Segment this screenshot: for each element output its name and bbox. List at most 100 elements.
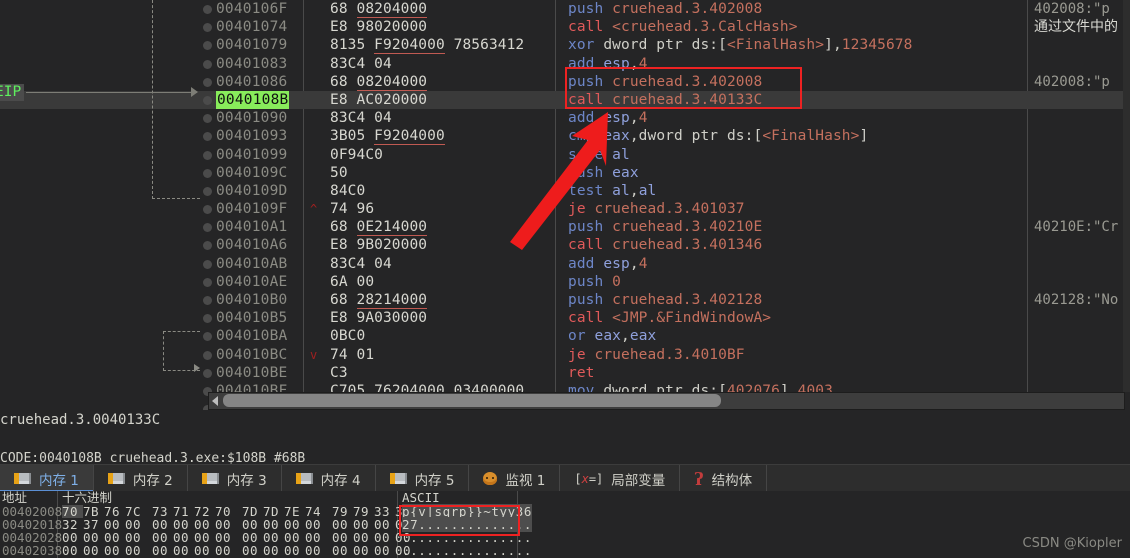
- instruction-address: 004010BC: [216, 346, 288, 363]
- instruction-address: 004010AE: [216, 273, 288, 290]
- instruction-mnemonic: je cruehead.3.4010BF: [568, 346, 745, 363]
- breakpoint-dot-icon[interactable]: [203, 114, 212, 124]
- instruction-address: 0040109C: [216, 164, 288, 181]
- breakpoint-dot-icon[interactable]: [203, 150, 212, 160]
- instruction-address: 00401093: [216, 128, 288, 145]
- tab-2[interactable]: 内存 2: [93, 465, 188, 492]
- tab-label: 内存 2: [132, 472, 173, 489]
- instruction-address: 00401086: [216, 73, 288, 90]
- instruction-bytes: E8 98020000: [330, 19, 428, 36]
- breakpoint-dot-icon[interactable]: [203, 41, 212, 51]
- breakpoint-dot-icon[interactable]: [203, 332, 212, 342]
- instruction-bytes: 68 08204000: [330, 73, 428, 91]
- instruction-comment: 402008:"p: [1034, 1, 1110, 17]
- breakpoint-dot-icon[interactable]: [203, 259, 212, 269]
- instruction-row[interactable]: 004010B5 E8 9A030000 call <JMP.&FindWindow…: [0, 309, 1130, 327]
- instruction-row[interactable]: 004010AE 6A 00 push 0: [0, 273, 1130, 291]
- dump-row[interactable]: 00402028 00 00 00 00 00 00 00 00 00 00 00 00 00 00 00 00…: [0, 531, 1130, 544]
- instruction-mnemonic: or eax,eax: [568, 328, 657, 345]
- tab-label: 结构体: [711, 472, 753, 489]
- breakpoint-dot-icon[interactable]: [203, 241, 212, 251]
- dump-row[interactable]: 00402038 00 00 00 00 00 00 00 00 00 00 00 00 00 00 00 00…: [0, 544, 1130, 557]
- breakpoint-dot-icon[interactable]: [203, 368, 212, 378]
- instruction-comment: 通过文件中的: [1034, 19, 1118, 36]
- instruction-address: 0040108B: [216, 90, 290, 110]
- tab-1[interactable]: 内存 1: [0, 465, 94, 492]
- tab-label: 内存 5: [414, 472, 455, 489]
- tab-8[interactable]: ʔ 结构体: [680, 465, 768, 492]
- instruction-mnemonic: call cruehead.3.40133C: [568, 91, 763, 108]
- instruction-row[interactable]: 004010AB 83C4 04 add esp,4: [0, 255, 1130, 273]
- breakpoint-dot-icon[interactable]: [203, 59, 212, 69]
- instruction-bytes: 68 08204000: [330, 1, 428, 18]
- tab-4[interactable]: 内存 4: [281, 465, 376, 492]
- instruction-mnemonic: ret: [568, 364, 595, 381]
- dump-header-ascii: ASCII: [402, 491, 440, 505]
- breakpoint-dot-icon[interactable]: [203, 277, 212, 287]
- instruction-mnemonic: add esp,4: [568, 55, 648, 72]
- scroll-left-arrow-icon[interactable]: [212, 396, 218, 406]
- instruction-comment: 402128:"No: [1034, 292, 1119, 308]
- jump-bracket-upper: [152, 0, 200, 199]
- disassembly-vertical-scrollbar[interactable]: [1123, 0, 1130, 392]
- instruction-bytes: 74 96: [330, 201, 375, 218]
- tab-label: 内存 1: [39, 472, 79, 489]
- debugger-window: EIP 0040106F 68 08204000 push cruehead.3.4…: [0, 0, 1130, 558]
- memory-icon: [389, 472, 407, 485]
- instruction-bytes: 68 0E214000: [330, 219, 428, 237]
- disassembly-pane[interactable]: EIP 0040106F 68 08204000 push cruehead.3.4…: [0, 0, 1130, 410]
- breakpoint-dot-icon[interactable]: [203, 5, 212, 14]
- instruction-row[interactable]: 004010B0 68 28214000 push cruehead.3.40212…: [0, 291, 1130, 309]
- memory-dump-pane[interactable]: 地址 十六进制 ASCII 00402008 70 7B 76 7C 73 71 72 70 7D…: [0, 491, 1130, 558]
- instruction-bytes: 8135 F9204000 78563412: [330, 37, 525, 55]
- breakpoint-dot-icon[interactable]: [203, 205, 212, 215]
- instruction-mnemonic: xor dword ptr ds:[<FinalHash>],12345678: [568, 37, 913, 54]
- bottom-tab-strip[interactable]: 内存 1 内存 2 内存 3 内存 4 内存 5 监视 1 [x=] 局部变量 ʔ 结构体: [0, 464, 1130, 492]
- eip-pointer-arrow-icon: [191, 87, 198, 97]
- breakpoint-dot-icon[interactable]: [203, 95, 212, 105]
- dump-header-address: 地址: [2, 491, 28, 505]
- instruction-mnemonic: call <JMP.&FindWindowA>: [568, 310, 772, 327]
- instruction-comment: 40210E:"Cr: [1034, 219, 1119, 236]
- tab-7[interactable]: [x=] 局部变量: [560, 465, 681, 492]
- instruction-address: 004010AB: [216, 255, 288, 272]
- disassembly-horizontal-scrollbar[interactable]: [208, 392, 1125, 410]
- dump-row[interactable]: 0040201832370000000000000000000000000000…: [0, 517, 1130, 532]
- instruction-mnemonic: call <cruehead.3.CalcHash>: [568, 19, 798, 36]
- tab-5[interactable]: 内存 5: [375, 465, 470, 492]
- memory-icon: [201, 472, 219, 485]
- instruction-bytes: 0BC0: [330, 328, 366, 345]
- breakpoint-dot-icon[interactable]: [203, 350, 212, 360]
- breakpoint-dot-icon[interactable]: [203, 314, 212, 324]
- tab-label: 局部变量: [611, 472, 666, 489]
- breakpoint-dot-icon[interactable]: [203, 23, 212, 33]
- instruction-address: 004010B0: [216, 292, 288, 308]
- dump-row[interactable]: 00402008707B767C737172707D7D7E7479793336…: [0, 504, 1130, 519]
- instruction-address: 00401074: [216, 19, 288, 36]
- breakpoint-dot-icon[interactable]: [203, 77, 212, 87]
- breakpoint-dot-icon[interactable]: [203, 132, 212, 142]
- instruction-bytes: 0F94C0: [330, 146, 383, 163]
- instruction-bytes: E8 AC020000: [330, 91, 428, 108]
- scrollbar-thumb[interactable]: [223, 394, 721, 407]
- info-bar: cruehead.3.0040133C: [0, 410, 1130, 448]
- dump-header-row: 地址 十六进制 ASCII: [0, 491, 1130, 505]
- breakpoint-dot-icon[interactable]: [203, 168, 212, 178]
- annotation-red-arrow-icon: [510, 112, 608, 250]
- tab-3[interactable]: 内存 3: [187, 465, 282, 492]
- eip-label: EIP: [0, 84, 25, 101]
- dump-row-list[interactable]: 00402008707B767C737172707D7D7E7479793336…: [0, 504, 1130, 558]
- breakpoint-dot-icon[interactable]: [203, 296, 212, 305]
- tab-label: 内存 3: [226, 472, 267, 489]
- breakpoint-dot-icon[interactable]: [203, 186, 212, 196]
- instruction-bytes: E8 9A030000: [330, 310, 428, 327]
- instruction-comment: 402008:"p: [1034, 73, 1110, 90]
- tab-label: 监视 1: [505, 472, 546, 489]
- instruction-address: 00401083: [216, 55, 288, 72]
- instruction-bytes: 68 28214000: [330, 292, 428, 309]
- breakpoint-dot-icon[interactable]: [203, 223, 212, 233]
- instruction-bytes: C3: [330, 364, 348, 381]
- tab-6[interactable]: 监视 1: [469, 465, 561, 492]
- instruction-mnemonic: push 0: [568, 273, 622, 290]
- memory-icon: [107, 472, 125, 485]
